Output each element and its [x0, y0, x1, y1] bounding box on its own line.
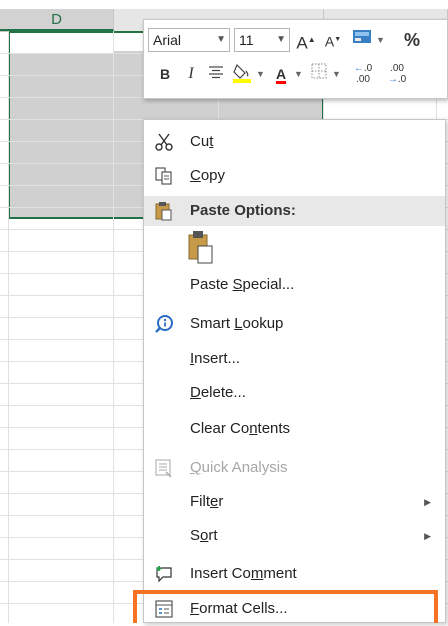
- menu-item-label: Insert...: [190, 350, 241, 367]
- menu-item-delete[interactable]: Delete...: [144, 376, 445, 410]
- borders-icon: [311, 63, 327, 79]
- decrease-decimal-top: .00: [390, 63, 404, 74]
- menu-item-label: Sort: [190, 527, 218, 544]
- italic-button[interactable]: I: [182, 62, 200, 86]
- chevron-right-icon: ▶: [424, 531, 431, 541]
- fill-color-button[interactable]: [230, 62, 254, 86]
- center-align-button[interactable]: [206, 62, 226, 86]
- column-header-d[interactable]: D: [0, 9, 114, 31]
- column-line: [8, 31, 9, 623]
- context-menu: Cut Copy Paste Options: Paste Special...…: [143, 119, 446, 623]
- menu-item-smart-lookup[interactable]: Smart Lookup: [144, 307, 445, 341]
- chevron-right-icon: ▶: [424, 497, 431, 507]
- menu-item-quick-analysis: Quick Analysis: [144, 451, 445, 485]
- font-name-combo[interactable]: Arial ▼: [148, 28, 230, 52]
- paint-bucket-icon: [233, 63, 251, 83]
- mini-toolbar-row-1: Arial ▼ 11 ▼ A▲ A▼ ▼ %: [144, 26, 448, 56]
- paste-options-label: Paste Options:: [190, 202, 296, 219]
- menu-item-label: Insert Comment: [190, 565, 297, 582]
- decrease-decimal-button[interactable]: .00 →.0: [382, 62, 412, 86]
- cell-styles-icon: [353, 30, 371, 43]
- font-size-value: 11: [239, 32, 254, 48]
- menu-item-label: Delete...: [190, 384, 246, 401]
- caret-down-icon: ▼: [334, 36, 342, 43]
- decrease-decimal-bottom: .0: [397, 74, 407, 85]
- menu-item-cut[interactable]: Cut: [144, 125, 445, 159]
- menu-item-sort[interactable]: Sort ▶: [144, 519, 445, 553]
- font-color-button[interactable]: A: [270, 62, 292, 86]
- increase-decimal-top: .0: [363, 63, 373, 74]
- arrow-left-icon: ←: [353, 63, 364, 74]
- menu-item-label: Paste Special...: [190, 276, 295, 293]
- chevron-down-icon[interactable]: ▼: [294, 62, 303, 86]
- menu-item-label: Smart Lookup: [190, 315, 284, 332]
- ribbon-edge: [0, 0, 448, 9]
- menu-item-insert[interactable]: Insert...: [144, 342, 445, 376]
- chevron-down-icon[interactable]: ▼: [216, 29, 226, 51]
- increase-decimal-bottom: .00: [356, 74, 370, 85]
- clipboard-icon: [154, 201, 174, 224]
- font-size-combo[interactable]: 11 ▼: [234, 28, 290, 52]
- paste-options-header: Paste Options:: [144, 196, 445, 226]
- percent-style-button[interactable]: %: [392, 28, 432, 52]
- decrease-font-size-button[interactable]: A▼: [322, 28, 344, 52]
- bold-button[interactable]: B: [156, 62, 174, 86]
- menu-item-label: Filter: [190, 493, 224, 510]
- align-center-icon: [209, 66, 223, 79]
- menu-item-filter[interactable]: Filter ▶: [144, 485, 445, 519]
- mini-toolbar: Arial ▼ 11 ▼ A▲ A▼ ▼ % B I ▼ A ▼ ▼ ←.0 .…: [143, 19, 448, 99]
- caret-up-icon: ▲: [307, 35, 316, 44]
- increase-decimal-button[interactable]: ←.0 .00: [348, 62, 378, 86]
- comment-icon: [154, 564, 174, 584]
- chevron-down-icon[interactable]: ▼: [256, 62, 265, 86]
- menu-item-paste-special[interactable]: Paste Special...: [144, 268, 445, 302]
- menu-item-label: Quick Analysis: [190, 459, 288, 476]
- increase-font-size-button[interactable]: A▲: [294, 28, 318, 53]
- menu-item-insert-comment[interactable]: Insert Comment: [144, 557, 445, 591]
- cell-styles-button[interactable]: [350, 28, 374, 52]
- decrease-font-glyph: A: [324, 33, 335, 50]
- menu-item-label: Cut: [190, 133, 214, 150]
- smart-lookup-icon: [154, 314, 174, 334]
- chevron-down-icon[interactable]: ▼: [376, 28, 385, 52]
- borders-button[interactable]: [308, 62, 330, 86]
- column-line: [113, 31, 114, 623]
- menu-item-clear-contents[interactable]: Clear Contents: [144, 412, 445, 446]
- menu-item-copy[interactable]: Copy: [144, 159, 445, 193]
- chevron-down-icon[interactable]: ▼: [332, 62, 341, 86]
- menu-item-label: Clear Contents: [190, 420, 291, 437]
- paste-icon: [188, 231, 213, 264]
- quick-analysis-icon: [154, 458, 174, 478]
- format-cells-highlight: [133, 590, 438, 623]
- mini-toolbar-row-2: B I ▼ A ▼ ▼ ←.0 .00 .00 →.0: [144, 60, 448, 90]
- increase-font-glyph: A: [296, 33, 308, 53]
- font-name-value: Arial: [153, 32, 182, 48]
- chevron-down-icon[interactable]: ▼: [276, 29, 286, 51]
- menu-item-label: Copy: [190, 167, 226, 184]
- arrow-right-icon: →: [387, 74, 398, 85]
- scissors-icon: [154, 132, 174, 152]
- copy-icon: [154, 166, 174, 186]
- paste-button[interactable]: [188, 230, 214, 264]
